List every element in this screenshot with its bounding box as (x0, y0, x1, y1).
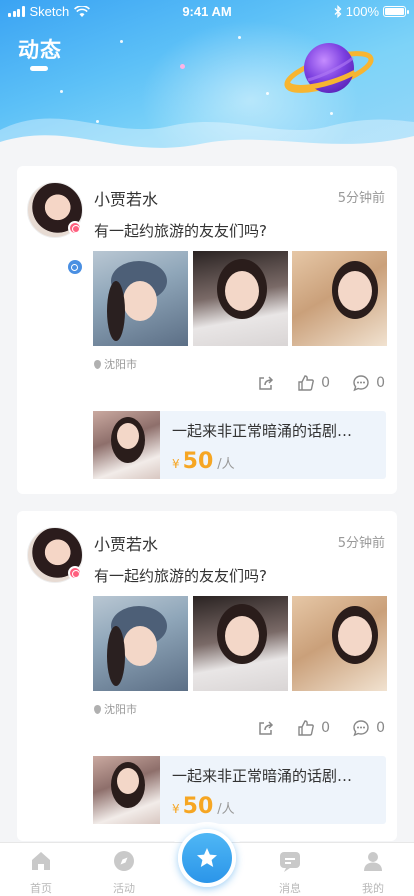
post-card[interactable]: 小贾若水 5分钟前 有一起约旅游的友友们吗? 沈阳市 0 0 一起来非正常暗涌的… (17, 511, 397, 841)
price-unit: /人 (217, 457, 235, 472)
username[interactable]: 小贾若水 (94, 531, 158, 555)
tab-home[interactable]: 首页 (11, 849, 71, 896)
location-pin-icon (94, 704, 101, 714)
price-unit: /人 (217, 802, 235, 817)
currency-symbol: ¥ (172, 802, 180, 816)
post-photo[interactable] (93, 251, 188, 346)
like-button[interactable]: 0 (297, 719, 330, 737)
comment-button[interactable]: 0 (352, 719, 385, 737)
location: 沈阳市 (94, 356, 137, 372)
share-button[interactable] (257, 374, 275, 392)
event-title: 一起来非正常暗涌的话剧… (172, 767, 353, 785)
event-card[interactable]: 一起来非正常暗涌的话剧… ¥ 50 /人 (93, 411, 386, 479)
battery-icon (383, 6, 409, 17)
post-card[interactable]: 小贾若水 5分钟前 有一起约旅游的友友们吗? 沈阳市 0 0 一起来非正常暗涌的… (17, 166, 397, 494)
female-badge-icon (68, 566, 82, 580)
location: 沈阳市 (94, 701, 137, 717)
post-photo[interactable] (292, 251, 387, 346)
publish-button[interactable] (178, 829, 236, 887)
price-value: 50 (182, 794, 214, 819)
home-icon (32, 852, 50, 870)
event-price: ¥ 50 /人 (172, 449, 235, 474)
like-count: 0 (321, 375, 331, 391)
status-bar: Sketch 9:41 AM 100% (0, 0, 414, 24)
post-photo[interactable] (193, 596, 288, 691)
thumbs-up-icon (298, 720, 315, 736)
comment-button[interactable]: 0 (352, 374, 385, 392)
event-card[interactable]: 一起来非正常暗涌的话剧… ¥ 50 /人 (93, 756, 386, 824)
username[interactable]: 小贾若水 (94, 186, 158, 210)
share-button[interactable] (257, 719, 275, 737)
bluetooth-icon (334, 5, 342, 18)
price-value: 50 (182, 449, 214, 474)
post-time: 5分钟前 (337, 536, 385, 551)
location-label: 沈阳市 (104, 703, 137, 716)
share-icon (259, 721, 274, 735)
share-icon (259, 376, 274, 390)
post-actions: 0 0 (257, 374, 385, 392)
event-thumbnail (93, 411, 160, 479)
currency-symbol: ¥ (172, 457, 180, 471)
tab-mine[interactable]: 我的 (343, 849, 403, 896)
post-text: 有一起约旅游的友友们吗? (94, 567, 267, 585)
comment-icon (353, 720, 369, 737)
title-indicator (30, 66, 48, 71)
post-text: 有一起约旅游的友友们吗? (94, 222, 267, 240)
tab-mine-label: 我的 (362, 882, 384, 895)
compass-icon (114, 851, 134, 871)
tab-activity[interactable]: 活动 (94, 849, 154, 896)
comment-count: 0 (376, 375, 385, 391)
post-time: 5分钟前 (337, 191, 385, 206)
event-title: 一起来非正常暗涌的话剧… (172, 422, 353, 440)
message-icon (280, 852, 300, 872)
post-actions: 0 0 (257, 719, 385, 737)
user-icon (364, 852, 382, 871)
event-price: ¥ 50 /人 (172, 794, 235, 819)
post-photo[interactable] (93, 596, 188, 691)
event-thumbnail (93, 756, 160, 824)
tab-messages[interactable]: 消息 (260, 849, 320, 896)
tab-home-label: 首页 (30, 882, 52, 895)
male-icon (68, 260, 82, 274)
comment-count: 0 (376, 720, 385, 736)
tab-activity-label: 活动 (113, 882, 135, 895)
battery-percent: 100% (345, 4, 379, 19)
post-photo[interactable] (292, 596, 387, 691)
page-title: 动态 (18, 38, 62, 62)
location-label: 沈阳市 (104, 358, 137, 371)
like-count: 0 (321, 720, 331, 736)
planet-icon (284, 43, 374, 93)
thumbs-up-icon (298, 375, 315, 391)
comment-icon (353, 375, 369, 392)
location-pin-icon (94, 359, 101, 369)
star-icon (197, 848, 217, 867)
female-badge-icon (68, 221, 82, 235)
like-button[interactable]: 0 (297, 374, 330, 392)
post-photo[interactable] (193, 251, 288, 346)
tab-messages-label: 消息 (279, 882, 301, 895)
